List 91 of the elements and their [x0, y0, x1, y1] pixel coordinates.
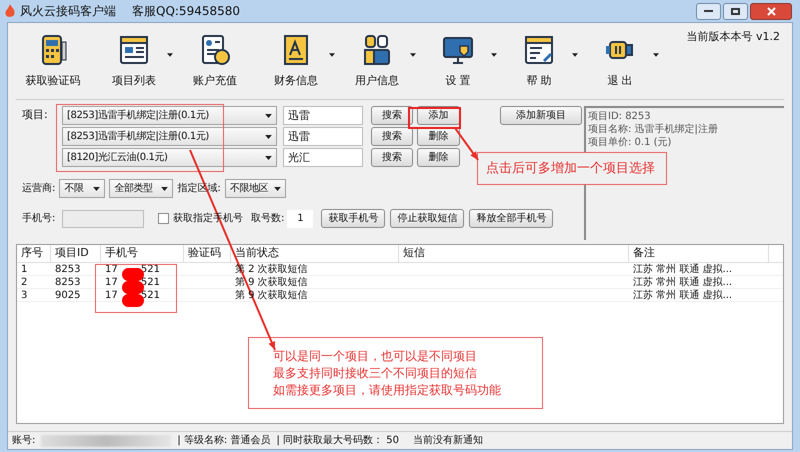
table-cell-text: 1 — [20, 263, 28, 275]
account-label: 账号: — [12, 434, 36, 448]
flame-icon — [4, 4, 16, 18]
table-cell: 17 — [105, 263, 118, 275]
redaction-blob — [122, 294, 144, 307]
search-button[interactable]: 搜索 — [371, 148, 413, 167]
column-header: 验证码 — [184, 245, 231, 262]
minimize-button[interactable] — [696, 2, 721, 20]
callout-line: 最多支持同时接收三个不同项目的短信 — [273, 364, 478, 382]
region-combo[interactable]: 不限地区 — [224, 179, 286, 198]
highlight-frame — [408, 107, 461, 129]
table-cell-text: 江苏 常州 联通 虚拟... — [632, 289, 734, 301]
document-edit-icon — [522, 33, 556, 67]
count-label: 取号数: — [251, 212, 284, 226]
dropdown-caret-icon[interactable] — [653, 53, 659, 58]
close-button[interactable] — [750, 2, 792, 20]
service-qq: 客服QQ:59458580 — [132, 3, 240, 20]
toolbar-button[interactable]: 设 置 — [425, 33, 491, 90]
callout-line: 可以是同一个项目，也可以是不同项目 — [273, 348, 478, 364]
table-cell: 17 — [105, 276, 118, 288]
phone-label: 手机号: — [22, 212, 56, 226]
version-label: 当前版本本号 v1.2 — [686, 29, 780, 45]
phone-action-button[interactable]: 停止获取短信 — [390, 209, 464, 228]
table-cell: 521 — [140, 276, 160, 288]
info-line: 项目单价: 0.1 (元) — [588, 136, 672, 149]
column-header: 项目ID — [51, 245, 101, 262]
info-line: 项目名称: 迅雷手机绑定|注册 — [588, 123, 719, 136]
toolbar-button[interactable]: 用户信息 — [344, 33, 410, 90]
table-cell-text: 2 — [20, 276, 28, 288]
dropdown-caret-icon[interactable] — [491, 53, 497, 58]
project-combo[interactable]: [8253]迅雷手机绑定|注册(0.1元) — [62, 106, 277, 125]
dropdown-arrow-icon[interactable] — [265, 134, 272, 138]
keyword-field[interactable]: 光汇 — [283, 148, 363, 167]
column-header: 手机号 — [101, 245, 184, 262]
callout-box: 点击后可多增加一个项目选择 — [477, 152, 667, 185]
level-label: | 等级名称: 普通会员 — [177, 434, 270, 448]
dropdown-arrow-icon[interactable] — [93, 186, 100, 190]
carrier-combo[interactable]: 不限 — [59, 179, 106, 198]
table-cell-text: 9025 — [54, 289, 82, 301]
keyword-field[interactable]: 迅雷 — [283, 127, 363, 146]
window-title: 风火云接码客户端 — [20, 3, 116, 20]
count-field[interactable]: 1 — [287, 210, 314, 228]
toolbar-button[interactable]: 帮 助 — [506, 33, 572, 90]
max-count-label: | 同时获取最大号码数： 50 — [276, 434, 399, 448]
annotation-arrow — [454, 127, 479, 161]
dropdown-arrow-icon[interactable] — [161, 186, 168, 190]
dropdown-arrow-icon[interactable] — [265, 156, 272, 160]
column-header: 短信 — [399, 245, 629, 262]
table-cell: 17 — [105, 289, 118, 301]
notice-label: 当前没有新通知 — [412, 434, 483, 448]
table-cell-text: 8253 — [54, 263, 82, 275]
type-combo[interactable]: 全部类型 — [109, 179, 174, 198]
close-icon — [766, 6, 776, 16]
table-cell-text: 第 9 次获取短信 — [234, 276, 309, 288]
keyword-field[interactable]: 迅雷 — [283, 106, 363, 125]
toolbar-button[interactable]: 退 出 — [587, 33, 653, 90]
redaction-blob — [122, 268, 144, 281]
carrier-label: 运营商: — [22, 182, 56, 196]
dropdown-arrow-icon[interactable] — [274, 186, 281, 190]
project-combo[interactable]: [8253]迅雷手机绑定|注册(0.1元) — [62, 127, 277, 146]
dropdown-caret-icon[interactable] — [572, 53, 578, 58]
column-header: 当前状态 — [231, 245, 399, 262]
project-combo[interactable]: [8120]光汇云油(0.1元) — [62, 148, 277, 167]
phone-action-button[interactable]: 释放全部手机号 — [469, 209, 554, 228]
dropdown-caret-icon[interactable] — [410, 53, 416, 58]
search-button[interactable]: 搜索 — [371, 106, 413, 125]
table-cell-text: 江苏 常州 联通 虚拟... — [632, 263, 734, 275]
table-cell-text: 江苏 常州 联通 虚拟... — [632, 276, 734, 288]
toolbar-button[interactable]: 账户充值 — [182, 33, 248, 90]
toolbar-button[interactable]: 项目列表 — [101, 33, 167, 90]
project-action-button[interactable]: 删除 — [417, 148, 460, 167]
dropdown-arrow-icon[interactable] — [265, 114, 272, 118]
info-line: 项目ID: 8253 — [588, 110, 652, 123]
toolbar-button[interactable]: 财务信息 — [263, 33, 329, 90]
table-cell-text: 3 — [20, 289, 28, 301]
dropdown-caret-icon[interactable] — [167, 53, 173, 58]
phone-action-button[interactable]: 获取手机号 — [321, 209, 386, 228]
table-cell: 521 — [140, 289, 160, 301]
column-header: 序号 — [17, 245, 51, 262]
project-label: 项目: — [22, 107, 49, 124]
specify-phone-checkbox[interactable] — [158, 213, 169, 224]
maximize-button[interactable] — [723, 2, 748, 20]
table-cell-text: 8253 — [54, 276, 82, 288]
toolbar-button[interactable]: 获取验证码 — [20, 33, 86, 90]
list-window-icon — [117, 33, 151, 67]
add-new-project-button[interactable]: 添加新项目 — [500, 106, 582, 125]
dropdown-caret-icon[interactable] — [329, 53, 335, 58]
column-header: 备注 — [629, 245, 769, 262]
search-button[interactable]: 搜索 — [371, 127, 413, 146]
redaction-blob — [122, 281, 144, 294]
callout-line: 如需接更多项目，请使用指定获取号码功能 — [273, 382, 502, 398]
